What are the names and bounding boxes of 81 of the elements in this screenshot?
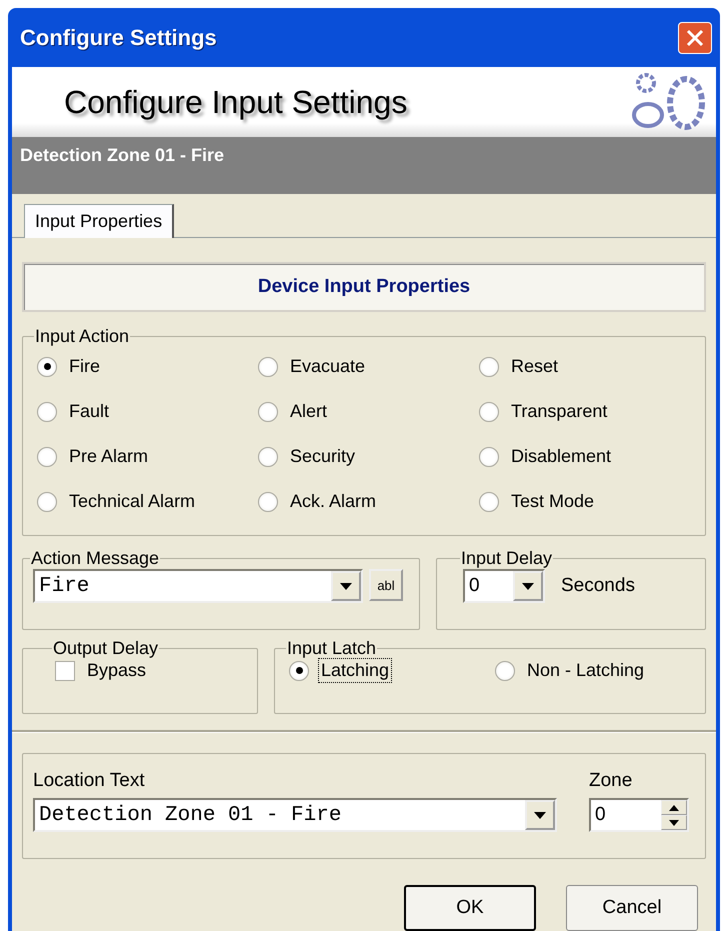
option-label: Pre Alarm	[68, 445, 150, 468]
dialog-button[interactable]: Cancel	[566, 885, 698, 931]
option-label: Alert	[289, 400, 328, 423]
option-label: Disablement	[510, 445, 612, 468]
radio-option[interactable]: Latching	[289, 659, 495, 682]
dropdown-value: Fire	[38, 574, 90, 600]
dropdown-button[interactable]	[525, 800, 555, 830]
section-title: Device Input Properties	[258, 276, 470, 298]
radio-option[interactable]: Non - Latching	[495, 659, 695, 682]
caret-icon	[534, 812, 546, 818]
option-label: Fault	[68, 400, 110, 423]
radio-icon[interactable]	[258, 402, 278, 422]
option-label: Test Mode	[510, 490, 596, 513]
radio-option[interactable]: Fire	[37, 355, 258, 378]
radio-icon[interactable]	[479, 492, 499, 512]
option-label: Bypass	[86, 659, 148, 682]
spinner-value: 0	[594, 803, 607, 827]
radio-option[interactable]: Pre Alarm	[37, 445, 258, 468]
checkbox-icon[interactable]	[55, 660, 75, 680]
option-label: Technical Alarm	[68, 490, 196, 513]
window-title: Configure Settings	[20, 24, 217, 50]
up-icon	[669, 804, 679, 810]
spin-down-button[interactable]	[661, 815, 687, 830]
radio-icon[interactable]	[258, 356, 278, 376]
spin-up-button[interactable]	[661, 800, 687, 815]
banner-title: Configure Input Settings	[64, 84, 408, 120]
group-label: Input Latch	[286, 638, 378, 659]
caret-icon	[522, 582, 534, 590]
radio-option[interactable]: Ack. Alarm	[258, 490, 479, 513]
field-label: Zone	[589, 770, 634, 792]
group-label: Input Action	[34, 326, 130, 347]
radio-option[interactable]: Reset	[479, 355, 691, 378]
radio-icon[interactable]	[37, 492, 57, 512]
radio-icon[interactable]	[289, 660, 309, 680]
radio-icon[interactable]	[37, 356, 57, 376]
radio-icon[interactable]	[37, 446, 57, 466]
radio-option[interactable]: Security	[258, 445, 479, 468]
radio-option[interactable]: Technical Alarm	[37, 490, 258, 513]
location-dropdown[interactable]: Detection Zone 01 - Fire	[33, 798, 557, 832]
field-label: Location Text	[33, 770, 146, 792]
radio-icon[interactable]	[258, 446, 278, 466]
group-label: Action Message	[30, 548, 160, 569]
radio-option[interactable]: Test Mode	[479, 490, 691, 513]
radio-option[interactable]: Transparent	[479, 400, 691, 423]
dropdown-button[interactable]	[513, 571, 543, 601]
radio-option[interactable]: Alert	[258, 400, 479, 423]
option-label: Latching	[319, 659, 392, 682]
tab[interactable]: Input Properties	[24, 204, 174, 238]
radio-icon[interactable]	[479, 446, 499, 466]
radio-icon[interactable]	[258, 492, 278, 512]
radio-option[interactable]: Fault	[37, 400, 258, 423]
radio-icon[interactable]	[495, 660, 515, 680]
dropdown-button[interactable]	[331, 571, 361, 601]
option-label: Transparent	[510, 400, 608, 423]
radio-option[interactable]: Evacuate	[258, 355, 479, 378]
action-message-dropdown[interactable]: Fire	[33, 569, 363, 603]
down-icon	[669, 820, 679, 826]
option-label: Evacuate	[289, 355, 366, 378]
close-button[interactable]	[678, 22, 712, 54]
option-label: Security	[289, 445, 356, 468]
option-label: Reset	[510, 355, 560, 378]
dropdown-value: 0	[468, 574, 481, 598]
edit-text-button[interactable]: abl	[369, 569, 403, 601]
dropdown-value: Detection Zone 01 - Fire	[38, 802, 342, 828]
radio-icon[interactable]	[479, 402, 499, 422]
radio-icon[interactable]	[479, 356, 499, 376]
group-label: Input Delay	[460, 548, 554, 569]
unit-label: Seconds	[561, 575, 635, 597]
option-label: Fire	[68, 355, 101, 378]
close-icon	[686, 28, 704, 46]
option-label: Non - Latching	[526, 659, 646, 682]
group-label: Output Delay	[52, 638, 160, 659]
option-label: Ack. Alarm	[289, 490, 378, 513]
delay-dropdown[interactable]: 0	[463, 569, 545, 603]
subtitle: Detection Zone 01 - Fire	[20, 145, 224, 165]
dialog-button[interactable]: OK	[404, 885, 536, 931]
caret-icon	[340, 582, 352, 590]
bypass-checkbox[interactable]: Bypass	[55, 659, 247, 682]
zone-spinner[interactable]: 0	[589, 798, 689, 832]
radio-option[interactable]: Disablement	[479, 445, 691, 468]
radio-icon[interactable]	[37, 402, 57, 422]
